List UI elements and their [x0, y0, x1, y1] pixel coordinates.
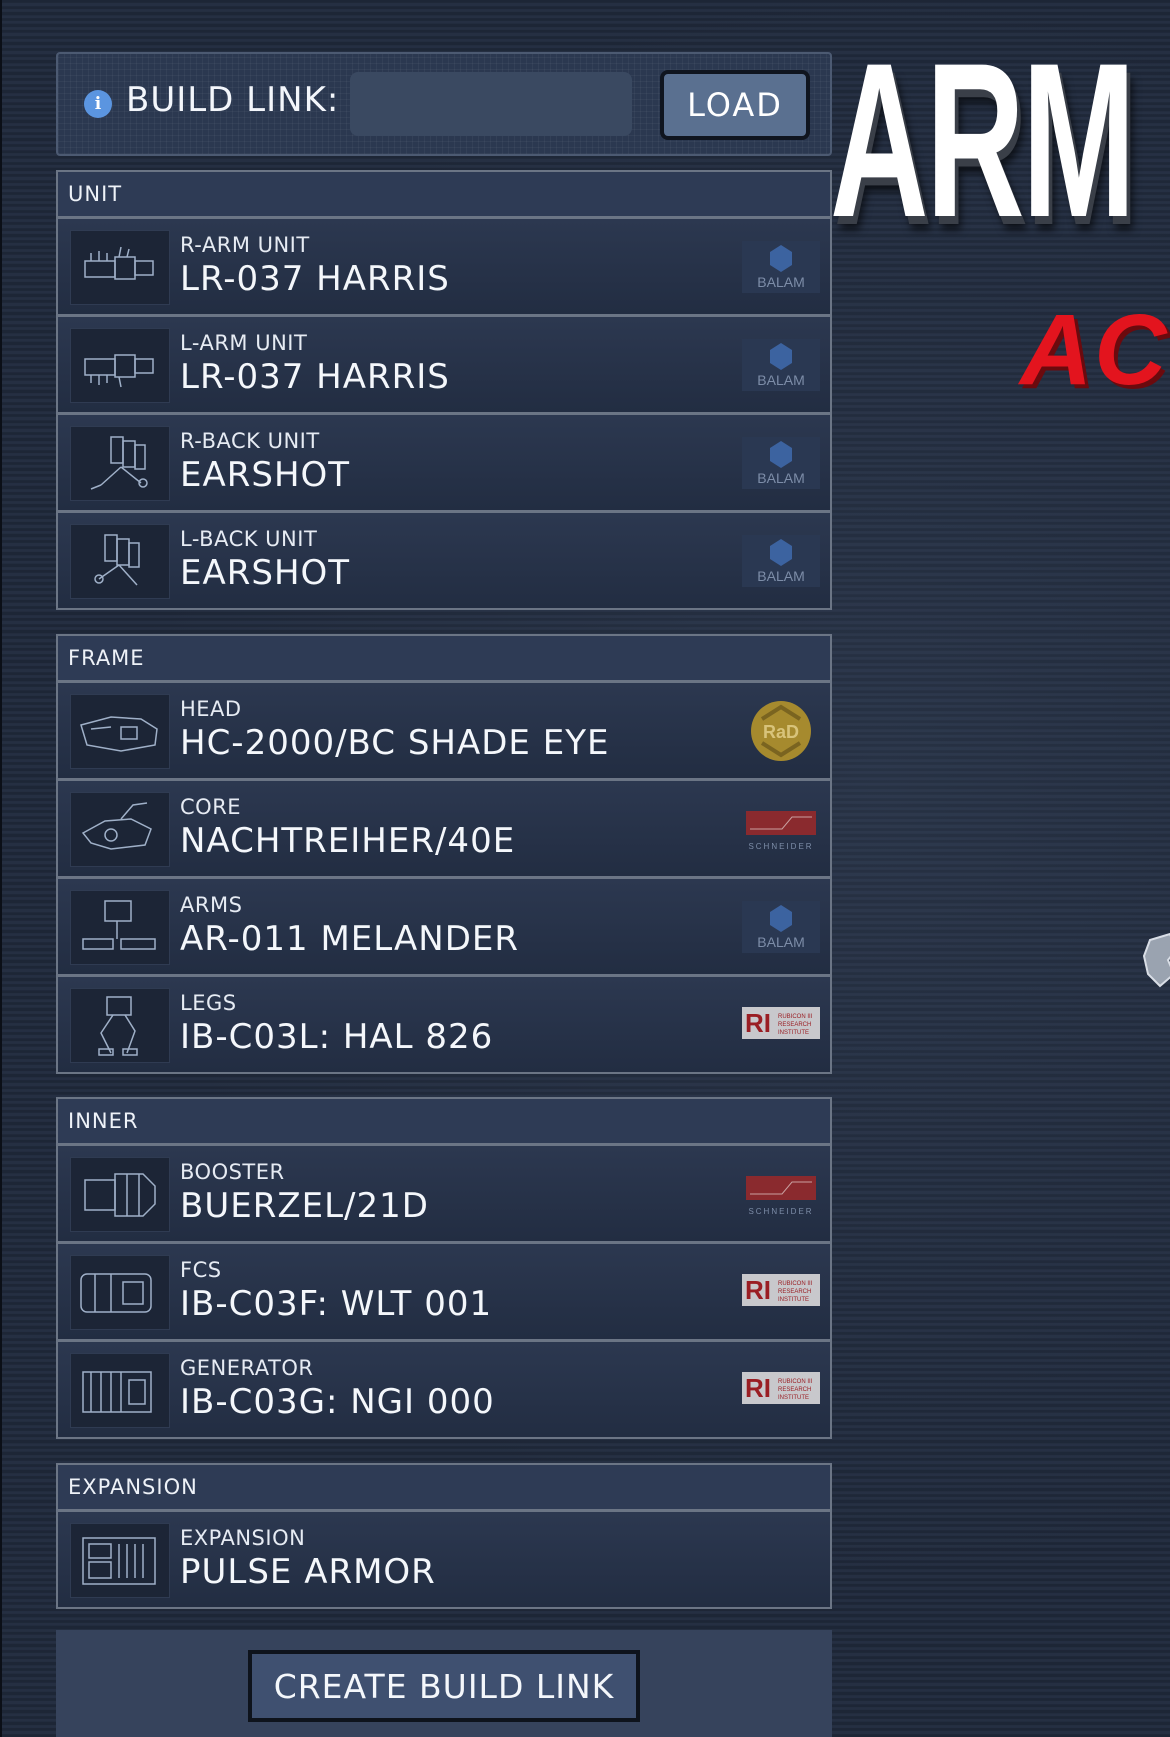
slot-label: HEAD — [180, 697, 242, 721]
l-back-unit-thumbnail — [70, 524, 170, 599]
part-row-core[interactable]: CORE NACHTREIHER/40E SCHNEIDER — [58, 781, 830, 879]
create-build-link-button[interactable]: CREATE BUILD LINK — [248, 1650, 640, 1722]
slot-label: R-BACK UNIT — [180, 429, 320, 453]
booster-thumbnail — [70, 1157, 170, 1232]
part-name: LR-037 HARRIS — [180, 357, 450, 397]
svg-text:SCHNEIDER: SCHNEIDER — [748, 1207, 813, 1216]
part-name: EARSHOT — [180, 553, 351, 593]
head-thumbnail — [70, 694, 170, 769]
schneider-logo: SCHNEIDER — [742, 803, 820, 855]
arms-thumbnail — [70, 890, 170, 965]
part-name: NACHTREIHER/40E — [180, 821, 516, 861]
info-icon[interactable]: i — [84, 90, 112, 118]
part-row-arms[interactable]: ARMS AR-011 MELANDER BALAM — [58, 879, 830, 977]
svg-text:BALAM: BALAM — [757, 274, 804, 290]
slot-label: LEGS — [180, 991, 237, 1015]
part-name: AR-011 MELANDER — [180, 919, 519, 959]
part-name: LR-037 HARRIS — [180, 259, 450, 299]
balam-logo: BALAM — [742, 437, 820, 489]
part-row-booster[interactable]: BOOSTER BUERZEL/21D SCHNEIDER — [58, 1146, 830, 1244]
create-link-panel: CREATE BUILD LINK — [56, 1630, 832, 1737]
svg-text:BALAM: BALAM — [757, 934, 804, 950]
part-row-r-back-unit[interactable]: R-BACK UNIT EARSHOT BALAM — [58, 415, 830, 513]
slot-label: ARMS — [180, 893, 243, 917]
r-back-unit-thumbnail — [70, 426, 170, 501]
svg-text:SCHNEIDER: SCHNEIDER — [748, 842, 813, 851]
svg-text:RI: RI — [745, 1275, 771, 1305]
part-row-l-arm-unit[interactable]: L-ARM UNIT LR-037 HARRIS BALAM — [58, 317, 830, 415]
mech-fragment-icon — [1142, 932, 1170, 988]
balam-logo: BALAM — [742, 241, 820, 293]
core-thumbnail — [70, 792, 170, 867]
svg-text:BALAM: BALAM — [757, 568, 804, 584]
svg-text:RUBICON III: RUBICON III — [778, 1281, 813, 1287]
expansion-thumbnail — [70, 1523, 170, 1598]
part-name: IB-C03F: WLT 001 — [180, 1284, 493, 1324]
svg-text:RUBICON III: RUBICON III — [778, 1014, 813, 1020]
part-row-l-back-unit[interactable]: L-BACK UNIT EARSHOT BALAM — [58, 513, 830, 608]
slot-label: R-ARM UNIT — [180, 233, 310, 257]
generator-thumbnail — [70, 1353, 170, 1428]
build-link-bar: i BUILD LINK: LOAD — [56, 52, 832, 156]
part-name: IB-C03L: HAL 826 — [180, 1017, 494, 1057]
section-header-inner: INNER — [58, 1099, 830, 1146]
part-row-head[interactable]: HEAD HC-2000/BC SHADE EYE RaD — [58, 683, 830, 781]
load-button[interactable]: LOAD — [660, 70, 810, 140]
rubicon-logo: RI RUBICON III RESEARCH INSTITUTE — [742, 1372, 820, 1404]
balam-logo: BALAM — [742, 901, 820, 953]
section-header-expansion: EXPANSION — [58, 1465, 830, 1512]
section-header-unit: UNIT — [58, 172, 830, 219]
svg-text:RI: RI — [745, 1008, 771, 1038]
l-arm-unit-thumbnail — [70, 328, 170, 403]
build-link-label: BUILD LINK: — [126, 80, 340, 120]
expansion-section: EXPANSION EXPANSION PULSE ARMOR — [56, 1463, 832, 1609]
part-name: EARSHOT — [180, 455, 351, 495]
rubicon-logo: RI RUBICON III RESEARCH INSTITUTE — [742, 1007, 820, 1039]
unit-section: UNIT R-ARM UNIT LR-037 HARRIS BALAM L-AR… — [56, 170, 832, 610]
part-name: HC-2000/BC SHADE EYE — [180, 723, 610, 763]
inner-section: INNER BOOSTER BUERZEL/21D SCHNEIDER FCS … — [56, 1097, 832, 1439]
part-name: IB-C03G: NGI 000 — [180, 1382, 495, 1422]
part-row-expansion[interactable]: EXPANSION PULSE ARMOR — [58, 1512, 830, 1607]
legs-thumbnail — [70, 988, 170, 1063]
slot-label: FCS — [180, 1258, 222, 1282]
slot-label: CORE — [180, 795, 242, 819]
svg-text:BALAM: BALAM — [757, 470, 804, 486]
part-name: BUERZEL/21D — [180, 1186, 429, 1226]
slot-label: L-BACK UNIT — [180, 527, 318, 551]
slot-label: EXPANSION — [180, 1526, 306, 1550]
part-row-r-arm-unit[interactable]: R-ARM UNIT LR-037 HARRIS BALAM — [58, 219, 830, 317]
svg-text:RESEARCH: RESEARCH — [778, 1387, 811, 1393]
game-title: ARM — [830, 17, 1136, 263]
rad-logo: RaD — [742, 697, 820, 765]
svg-text:RI: RI — [745, 1373, 771, 1403]
balam-logo: BALAM — [742, 339, 820, 391]
schneider-logo: SCHNEIDER — [742, 1168, 820, 1220]
svg-text:BALAM: BALAM — [757, 372, 804, 388]
part-name: PULSE ARMOR — [180, 1552, 436, 1592]
slot-label: GENERATOR — [180, 1356, 314, 1380]
svg-text:INSTITUTE: INSTITUTE — [778, 1297, 809, 1303]
part-row-legs[interactable]: LEGS IB-C03L: HAL 826 RI RUBICON III RES… — [58, 977, 830, 1072]
svg-text:INSTITUTE: INSTITUTE — [778, 1030, 809, 1036]
slot-label: L-ARM UNIT — [180, 331, 308, 355]
fcs-thumbnail — [70, 1255, 170, 1330]
frame-section: FRAME HEAD HC-2000/BC SHADE EYE RaD CORE… — [56, 634, 832, 1074]
svg-text:RUBICON III: RUBICON III — [778, 1379, 813, 1385]
game-subtitle: AC — [1020, 294, 1169, 406]
balam-logo: BALAM — [742, 535, 820, 587]
svg-text:RESEARCH: RESEARCH — [778, 1022, 811, 1028]
part-row-fcs[interactable]: FCS IB-C03F: WLT 001 RI RUBICON III RESE… — [58, 1244, 830, 1342]
build-link-input[interactable] — [350, 72, 632, 136]
section-header-frame: FRAME — [58, 636, 830, 683]
r-arm-unit-thumbnail — [70, 230, 170, 305]
rubicon-logo: RI RUBICON III RESEARCH INSTITUTE — [742, 1274, 820, 1306]
left-edge — [0, 0, 2, 1737]
svg-text:RaD: RaD — [763, 722, 799, 742]
slot-label: BOOSTER — [180, 1160, 285, 1184]
svg-text:INSTITUTE: INSTITUTE — [778, 1395, 809, 1401]
svg-text:RESEARCH: RESEARCH — [778, 1289, 811, 1295]
part-row-generator[interactable]: GENERATOR IB-C03G: NGI 000 RI RUBICON II… — [58, 1342, 830, 1437]
